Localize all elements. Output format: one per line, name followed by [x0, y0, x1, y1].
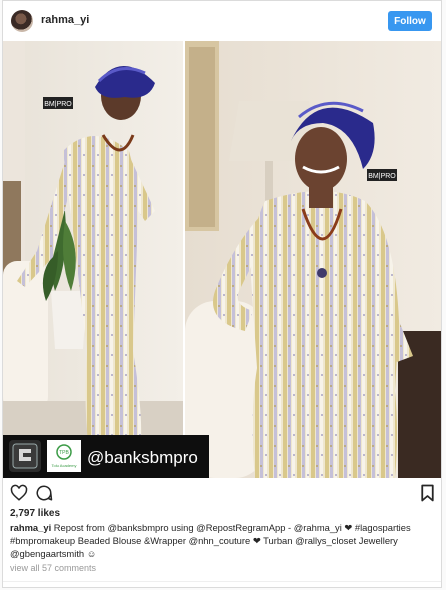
heart-icon[interactable]: [10, 484, 28, 502]
post-caption: rahma_yi Repost from @banksbmpro using @…: [10, 521, 435, 560]
comment-icon[interactable]: [35, 484, 53, 502]
likes-count[interactable]: 2,797 likes: [10, 508, 60, 519]
post-photo[interactable]: BM|PRO BM|PRO TPB Tolu Academy @banksbmp…: [3, 41, 441, 478]
watermark-left: BM|PRO: [44, 101, 72, 108]
caption-username[interactable]: rahma_yi: [10, 522, 51, 533]
badge-text: TPB: [59, 450, 69, 456]
action-bar: [3, 479, 441, 509]
caption-text: Repost from @banksbmpro using @RepostReg…: [10, 522, 411, 559]
badge-sub: Tolu Academy: [52, 463, 77, 468]
post-username[interactable]: rahma_yi: [41, 14, 89, 26]
photo-illustration: BM|PRO BM|PRO TPB Tolu Academy @banksbmp…: [3, 41, 441, 478]
bookmark-icon[interactable]: [420, 484, 435, 502]
post-card: rahma_yi Follow BM|PRO BM|PRO TPB Tolu A…: [2, 0, 442, 588]
divider: [3, 581, 441, 582]
watermark-right: BM|PRO: [368, 173, 396, 180]
post-header: rahma_yi Follow: [3, 1, 441, 41]
view-all-comments-link[interactable]: view all 57 comments: [10, 563, 96, 573]
overlay-handle: @banksbmpro: [87, 448, 198, 467]
follow-button[interactable]: Follow: [388, 11, 432, 31]
avatar[interactable]: [11, 10, 33, 32]
